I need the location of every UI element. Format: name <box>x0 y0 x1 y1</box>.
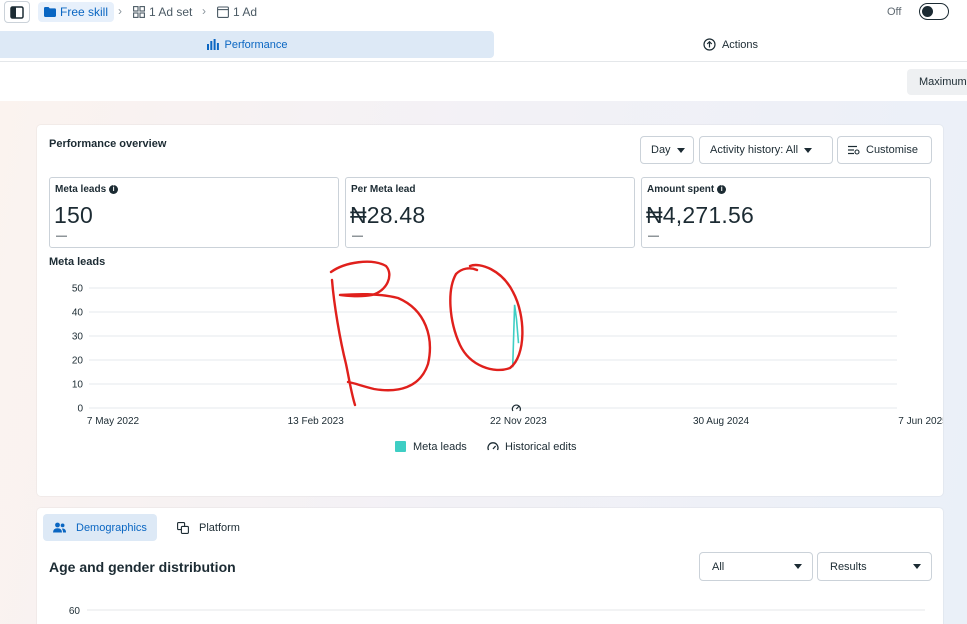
x-tick-label: 13 Feb 2023 <box>288 416 345 427</box>
breadcrumb-campaign-label: Free skill <box>60 5 109 19</box>
arrow-up-circle-icon <box>703 38 716 51</box>
grid-icon <box>133 6 145 18</box>
chevron-right-icon: › <box>118 4 122 18</box>
breadcrumb-ad-set-label: 1 Ad set <box>149 5 193 19</box>
tab-performance[interactable]: Performance <box>0 31 494 58</box>
maximum-button[interactable]: Maximum <box>907 69 967 95</box>
ad-icon <box>217 6 229 18</box>
breadcrumb-campaign[interactable]: Free skill <box>38 2 115 22</box>
y-tick-label: 10 <box>72 380 84 391</box>
y-tick-label: 50 <box>72 284 84 295</box>
sidebar-panel-icon <box>10 5 24 19</box>
folder-icon <box>44 7 56 17</box>
tab-actions-label: Actions <box>721 38 759 51</box>
divider <box>0 61 967 62</box>
age-gender-chart: 60 <box>69 606 925 617</box>
y-tick-label: 0 <box>77 404 83 415</box>
toggle-knob <box>922 6 933 17</box>
on-off-toggle[interactable] <box>919 3 949 20</box>
x-tick-label: 7 Jun 2025 <box>898 416 943 427</box>
legend-label: Historical edits <box>505 441 577 453</box>
x-tick-label: 7 May 2022 <box>87 416 140 427</box>
top-bar: Free skill › 1 Ad set › 1 Ad Off <box>0 0 967 27</box>
chevron-right-icon: › <box>202 4 206 18</box>
breadcrumb-ad-set[interactable]: 1 Ad set <box>133 2 192 22</box>
performance-overview-card: Performance overview Day Activity histor… <box>37 125 943 496</box>
breadcrumb-ad[interactable]: 1 Ad <box>217 2 257 22</box>
x-tick-label: 30 Aug 2024 <box>693 416 750 427</box>
bar-chart-icon <box>206 39 219 50</box>
legend-label: Meta leads <box>413 441 467 453</box>
tab-actions[interactable]: Actions <box>494 31 967 58</box>
y-tick-label: 30 <box>72 332 84 343</box>
view-tabs: Performance Actions <box>0 31 967 58</box>
status-label: Off <box>887 6 902 18</box>
y-tick-label: 60 <box>69 606 81 617</box>
y-tick-label: 40 <box>72 308 84 319</box>
y-tick-label: 20 <box>72 356 84 367</box>
panel-toggle-button[interactable] <box>4 1 30 23</box>
tab-performance-label: Performance <box>224 38 288 51</box>
demographics-card: Demographics Platform Age and gender dis… <box>37 508 943 624</box>
legend-swatch-meta-leads <box>395 441 406 452</box>
x-tick-label: 22 Nov 2023 <box>490 416 547 427</box>
breadcrumb-ad-label: 1 Ad <box>233 5 258 19</box>
meta-leads-chart: 0 10 20 30 40 50 7 May 2022 13 Feb 2023 22 Nov 2… <box>72 284 943 454</box>
gauge-icon-needle <box>492 445 497 450</box>
